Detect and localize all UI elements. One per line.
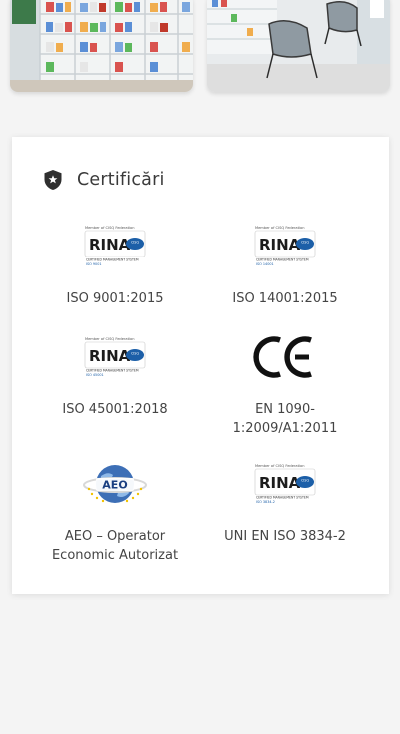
svg-text:CISQ: CISQ — [301, 241, 309, 245]
pharmacy-shelves-photo — [10, 0, 193, 92]
certificate-label: ISO 45001:2018 — [62, 402, 168, 417]
svg-text:ISO 14001: ISO 14001 — [256, 262, 274, 266]
svg-text:RINA: RINA — [259, 474, 301, 492]
pharmacy-waiting-area-photo — [207, 0, 390, 92]
certificate-item: EN 1090-1:2009/A1:2011 — [205, 334, 365, 438]
aeo-globe-logo: AEO — [35, 461, 195, 507]
svg-text:AEO: AEO — [102, 479, 127, 492]
certificate-item: AEO AEO – Operator Economic Autorizat — [35, 461, 195, 565]
svg-text:CERTIFIED MANAGEMENT SYSTEM: CERTIFIED MANAGEMENT SYSTEM — [256, 258, 309, 262]
svg-text:CERTIFIED MANAGEMENT SYSTEM: CERTIFIED MANAGEMENT SYSTEM — [256, 496, 309, 500]
svg-text:CISQ: CISQ — [131, 352, 139, 356]
svg-text:ISO 3834-2: ISO 3834-2 — [256, 500, 275, 504]
svg-text:Member of CISQ Federation: Member of CISQ Federation — [255, 464, 305, 468]
section-title: Certificări — [77, 170, 165, 190]
svg-text:Member of CISQ Federation: Member of CISQ Federation — [255, 226, 305, 230]
certifications-card: Certificări Member of CISQ Federation RI… — [12, 137, 389, 594]
section-header: Certificări — [43, 168, 165, 192]
svg-text:ISO 9001: ISO 9001 — [86, 262, 102, 266]
ce-mark-icon — [205, 334, 365, 380]
svg-text:RINA: RINA — [89, 347, 131, 365]
rina-logo: Member of CISQ Federation RINA CISQ CERT… — [35, 334, 195, 380]
svg-text:Member of CISQ Federation: Member of CISQ Federation — [85, 337, 135, 341]
certificate-label: AEO – Operator Economic Autorizat — [51, 529, 179, 563]
svg-text:Member of CISQ Federation: Member of CISQ Federation — [85, 226, 135, 230]
svg-text:CERTIFIED MANAGEMENT SYSTEM: CERTIFIED MANAGEMENT SYSTEM — [86, 258, 139, 262]
certificate-item: Member of CISQ Federation RINA CISQ CERT… — [35, 223, 195, 308]
svg-text:ISO 45001: ISO 45001 — [86, 373, 104, 377]
shield-star-icon — [44, 170, 62, 190]
rina-logo: Member of CISQ Federation RINA CISQ CERT… — [35, 223, 195, 269]
svg-text:CERTIFIED MANAGEMENT SYSTEM: CERTIFIED MANAGEMENT SYSTEM — [86, 369, 139, 373]
svg-text:RINA: RINA — [259, 236, 301, 254]
svg-text:RINA: RINA — [89, 236, 131, 254]
certificate-label: ISO 14001:2015 — [232, 291, 338, 306]
rina-logo: Member of CISQ Federation RINA CISQ CERT… — [205, 223, 365, 269]
svg-text:CISQ: CISQ — [131, 241, 139, 245]
rina-logo: Member of CISQ Federation RINA CISQ CERT… — [205, 461, 365, 507]
certificate-label: UNI EN ISO 3834-2 — [224, 529, 346, 544]
certificate-item: Member of CISQ Federation RINA CISQ CERT… — [205, 461, 365, 546]
certificate-label: EN 1090-1:2009/A1:2011 — [232, 402, 338, 436]
certificate-item: Member of CISQ Federation RINA CISQ CERT… — [205, 223, 365, 308]
certificate-item: Member of CISQ Federation RINA CISQ CERT… — [35, 334, 195, 419]
svg-text:CISQ: CISQ — [301, 479, 309, 483]
certificate-label: ISO 9001:2015 — [66, 291, 164, 306]
